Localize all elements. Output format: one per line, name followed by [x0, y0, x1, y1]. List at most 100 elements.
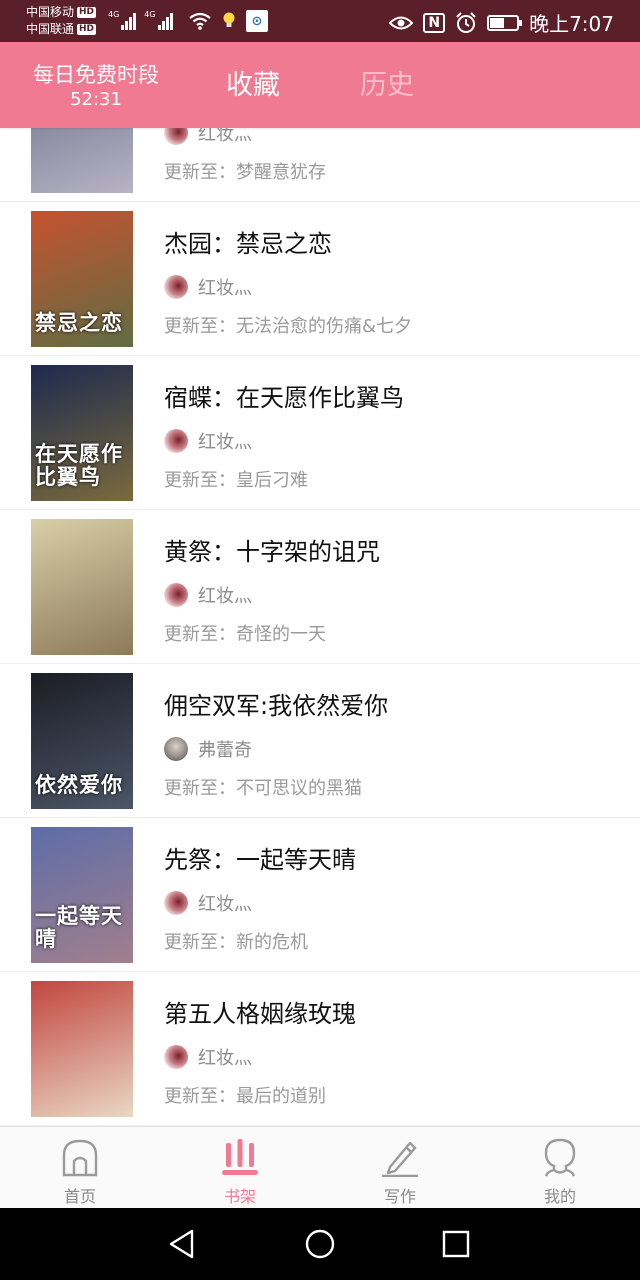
home-icon: [62, 1139, 98, 1177]
book-cover-image[interactable]: 禁忌之恋: [31, 211, 133, 347]
latest-chapter: 更新至：新的危机: [164, 928, 308, 954]
bookshelf-icon: [222, 1139, 258, 1175]
back-icon[interactable]: [166, 1228, 198, 1260]
book-list-item[interactable]: 禁忌之恋 杰园：禁忌之恋 红妆灬 更新至：无法治愈的伤痛&七夕: [0, 202, 640, 356]
book-cover-image[interactable]: 依然爱你: [31, 673, 133, 809]
recent-apps-icon[interactable]: [440, 1228, 472, 1260]
author-name: 弗蕾奇: [198, 740, 252, 761]
author-avatar: [164, 275, 188, 299]
author-row: 弗蕾奇: [164, 736, 252, 762]
update-prefix: 更新至：: [164, 778, 236, 799]
free-period-title: 每日免费时段: [33, 63, 159, 87]
book-list-item[interactable]: 一起等天晴 先祭：一起等天晴 红妆灬 更新至：新的危机: [0, 818, 640, 972]
latest-chapter-title: 不可思议的黑猫: [236, 778, 362, 799]
latest-chapter: 更新至：皇后刁难: [164, 466, 308, 492]
latest-chapter-title: 奇怪的一天: [236, 624, 326, 645]
nfc-icon: N: [423, 12, 446, 33]
update-prefix: 更新至：: [164, 470, 236, 491]
latest-chapter-title: 新的危机: [236, 932, 308, 953]
latest-chapter-title: 皇后刁难: [236, 470, 308, 491]
hd-badge: HD: [77, 7, 97, 18]
book-list-item[interactable]: 第五人格姻缘玫瑰 红妆灬 更新至：最后的道别: [0, 972, 640, 1126]
book-title[interactable]: 杰园：禁忌之恋: [164, 228, 332, 260]
nav-home[interactable]: 首页: [0, 1127, 160, 1209]
update-prefix: 更新至：: [164, 932, 236, 953]
author-avatar: [164, 737, 188, 761]
author-avatar: [164, 583, 188, 607]
latest-chapter: 更新至：最后的道别: [164, 1082, 326, 1108]
eye-icon: [389, 16, 414, 29]
book-list[interactable]: 红妆灬 更新至：梦醒意犹存 禁忌之恋 杰园：禁忌之恋 红妆灬 更新至：无法治愈的…: [0, 48, 640, 1126]
update-prefix: 更新至：: [164, 624, 236, 645]
nav-write-label: 写作: [383, 1187, 416, 1206]
hd-badge: HD: [77, 24, 97, 35]
signal-indicators: 4G 4G: [108, 10, 173, 30]
author-row: 红妆灬: [164, 582, 252, 608]
latest-chapter: 更新至：无法治愈的伤痛&七夕: [164, 312, 412, 338]
book-title[interactable]: 宿蝶：在天愿作比翼鸟: [164, 382, 404, 414]
tab-favorites[interactable]: 收藏: [226, 68, 280, 104]
nav-bookshelf-label: 书架: [223, 1187, 256, 1206]
carrier-info: 中国移动 HD 中国联通 HD: [26, 4, 97, 38]
update-prefix: 更新至：: [164, 316, 236, 337]
home-button-icon[interactable]: [304, 1228, 336, 1260]
wifi-icon: [189, 12, 211, 30]
bottom-navigation: 首页 书架 写作 我的: [0, 1126, 640, 1208]
book-list-item[interactable]: 依然爱你 佣空双军:我依然爱你 弗蕾奇 更新至：不可思议的黑猫: [0, 664, 640, 818]
notification-icons: ⊙: [188, 10, 268, 32]
latest-chapter: 更新至：奇怪的一天: [164, 620, 326, 646]
book-cover-image[interactable]: 在天愿作比翼鸟: [31, 365, 133, 501]
book-list-item[interactable]: 在天愿作比翼鸟 宿蝶：在天愿作比翼鸟 红妆灬 更新至：皇后刁难: [0, 356, 640, 510]
carrier-1-label: 中国移动: [26, 5, 75, 19]
author-name: 红妆灬: [198, 1048, 252, 1069]
app-notification-icon: ⊙: [246, 10, 268, 32]
lightbulb-icon: [223, 12, 235, 27]
alarm-icon: [456, 11, 476, 33]
latest-chapter: 更新至：不可思议的黑猫: [164, 774, 362, 800]
author-name: 红妆灬: [198, 586, 252, 607]
signal-strength-icon: 4G: [108, 10, 137, 30]
pencil-icon: [382, 1141, 418, 1177]
latest-chapter: 更新至：梦醒意犹存: [164, 158, 326, 184]
update-prefix: 更新至：: [164, 162, 236, 183]
author-avatar: [164, 1045, 188, 1069]
cover-title-art: 禁忌之恋: [35, 311, 123, 335]
book-title[interactable]: 黄祭：十字架的诅咒: [164, 536, 380, 568]
cover-title-art: 一起等天晴: [35, 904, 123, 951]
free-period-timer: 52:31: [70, 89, 122, 110]
nav-profile[interactable]: 我的: [480, 1127, 640, 1209]
cover-title-art: 在天愿作比翼鸟: [35, 442, 123, 489]
clock-time: 晚上7:07: [529, 12, 614, 36]
author-name: 红妆灬: [198, 894, 252, 915]
book-cover-image[interactable]: [31, 519, 133, 655]
book-title[interactable]: 佣空双军:我依然爱你: [164, 690, 388, 722]
nav-bookshelf[interactable]: 书架: [160, 1127, 320, 1209]
book-list-item[interactable]: 黄祭：十字架的诅咒 红妆灬 更新至：奇怪的一天: [0, 510, 640, 664]
author-row: 红妆灬: [164, 890, 252, 916]
tab-history[interactable]: 历史: [360, 68, 414, 104]
latest-chapter-title: 最后的道别: [236, 1086, 326, 1107]
latest-chapter-title: 梦醒意犹存: [236, 162, 326, 183]
latest-chapter-title: 无法治愈的伤痛&七夕: [236, 316, 413, 337]
carrier-2-label: 中国联通: [26, 22, 75, 36]
book-title[interactable]: 第五人格姻缘玫瑰: [164, 998, 356, 1030]
nav-home-label: 首页: [63, 1187, 96, 1206]
author-name: 红妆灬: [198, 432, 252, 453]
author-avatar: [164, 891, 188, 915]
author-row: 红妆灬: [164, 1044, 252, 1070]
author-row: 红妆灬: [164, 428, 252, 454]
battery-icon: [487, 14, 523, 31]
status-bar: 中国移动 HD 中国联通 HD 4G 4G ⊙ N 晚上7:07: [0, 0, 640, 42]
book-cover-image[interactable]: [31, 981, 133, 1117]
signal-strength-icon: 4G: [144, 10, 173, 30]
author-avatar: [164, 429, 188, 453]
author-name: 红妆灬: [198, 278, 252, 299]
author-row: 红妆灬: [164, 274, 252, 300]
nav-write[interactable]: 写作: [320, 1127, 480, 1209]
free-period-banner[interactable]: 每日免费时段 52:31: [26, 62, 166, 112]
book-cover-image[interactable]: 一起等天晴: [31, 827, 133, 963]
app-header: 每日免费时段 52:31 收藏 历史: [0, 42, 640, 128]
profile-icon: [544, 1138, 576, 1177]
book-title[interactable]: 先祭：一起等天晴: [164, 844, 356, 876]
update-prefix: 更新至：: [164, 1086, 236, 1107]
